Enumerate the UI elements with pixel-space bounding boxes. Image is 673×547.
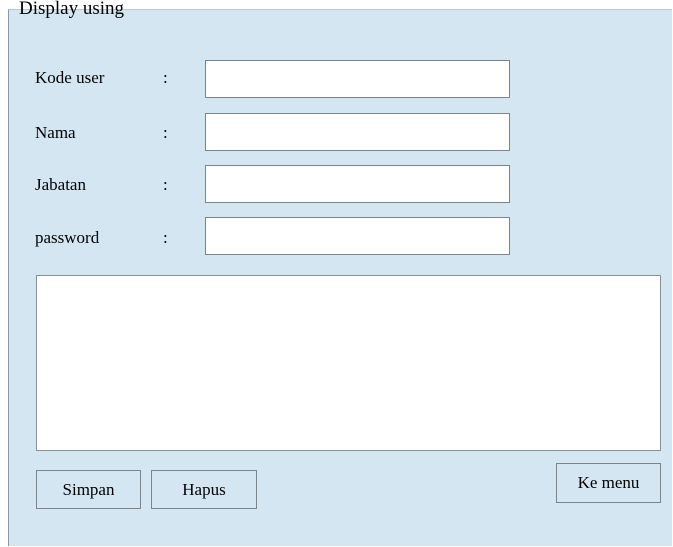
password-colon: :	[163, 228, 168, 247]
form-window: Display using Kode user : Nama : Jabatan…	[8, 0, 672, 546]
jabatan-label: Jabatan	[35, 175, 86, 194]
nama-input[interactable]	[205, 113, 510, 151]
password-input[interactable]	[205, 217, 510, 255]
nama-label: Nama	[35, 123, 76, 142]
user-list-area[interactable]	[36, 275, 661, 451]
simpan-button[interactable]: Simpan	[36, 470, 141, 509]
jabatan-colon: :	[163, 175, 168, 194]
password-label: password	[35, 228, 100, 247]
kode-user-label: Kode user	[35, 68, 105, 87]
nama-colon: :	[163, 123, 168, 142]
jabatan-input[interactable]	[205, 165, 510, 203]
hapus-button[interactable]: Hapus	[151, 470, 257, 509]
kode-user-input[interactable]	[205, 60, 510, 98]
header-text: Display using	[19, 0, 125, 19]
ke-menu-button[interactable]: Ke menu	[556, 463, 661, 503]
kode-user-colon: :	[163, 68, 168, 87]
